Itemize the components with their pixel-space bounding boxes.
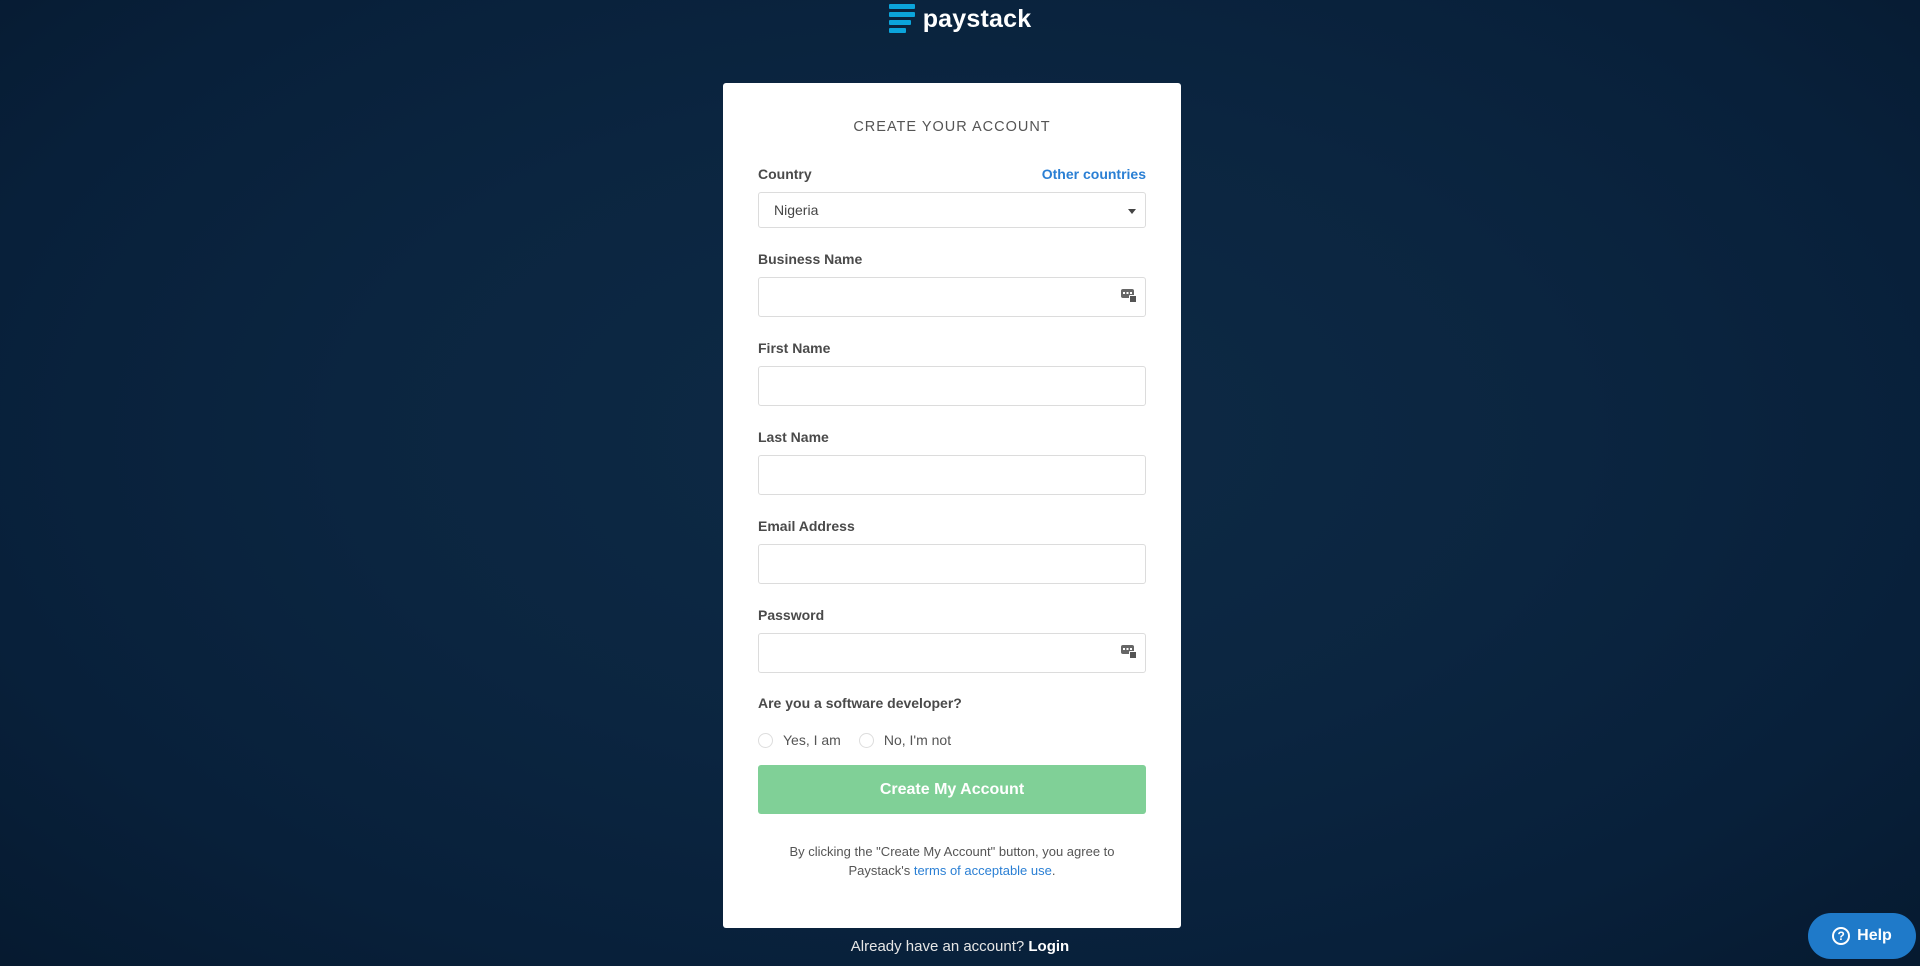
business-name-input[interactable]	[759, 278, 1145, 316]
developer-question: Are you a software developer?	[758, 695, 962, 711]
brand-name: paystack	[922, 4, 1032, 33]
help-label: Help	[1857, 927, 1892, 944]
create-account-button[interactable]: Create My Account	[758, 765, 1146, 814]
terms-notice: By clicking the "Create My Account" butt…	[758, 842, 1146, 880]
terms-link[interactable]: terms of acceptable use	[914, 863, 1052, 878]
terms-suffix: .	[1051, 863, 1056, 878]
developer-no-label[interactable]: No, I'm not	[884, 732, 951, 748]
last-name-input[interactable]	[759, 456, 1145, 494]
password-manager-icon[interactable]	[1121, 289, 1137, 303]
first-name-label: First Name	[758, 340, 831, 356]
login-prompt-text: Already have an account?	[850, 938, 1025, 955]
business-name-label: Business Name	[758, 251, 863, 267]
first-name-input[interactable]	[759, 367, 1145, 405]
developer-yes-radio[interactable]: Yes, I am	[758, 732, 841, 748]
developer-radio-group: Yes, I am No, I'm not	[758, 730, 1146, 750]
card-title: CREATE YOUR ACCOUNT	[853, 119, 1051, 135]
radio-circle-icon[interactable]	[858, 732, 874, 748]
country-select[interactable]: Nigeria	[758, 192, 1146, 228]
question-circle-icon: ?	[1832, 927, 1851, 945]
password-input[interactable]	[759, 634, 1145, 672]
login-prompt: Already have an account? Login	[0, 938, 1920, 955]
help-button[interactable]: ? Help	[1808, 913, 1916, 959]
developer-yes-label[interactable]: Yes, I am	[783, 732, 841, 748]
password-label: Password	[758, 607, 825, 623]
last-name-label: Last Name	[758, 429, 829, 445]
email-field: Email Address	[758, 517, 1146, 584]
login-link[interactable]: Login	[1028, 938, 1069, 955]
password-field: Password	[758, 606, 1146, 673]
other-countries-link[interactable]: Other countries	[1042, 166, 1146, 182]
country-select-value: Nigeria	[774, 202, 819, 218]
email-input[interactable]	[759, 545, 1145, 583]
chevron-down-icon	[1128, 209, 1136, 214]
first-name-field: First Name	[758, 339, 1146, 406]
radio-circle-icon[interactable]	[758, 732, 773, 748]
paystack-logo-icon	[888, 4, 915, 33]
email-label: Email Address	[758, 518, 855, 534]
last-name-field: Last Name	[758, 428, 1146, 495]
paystack-logo[interactable]: paystack	[0, 4, 1920, 33]
business-name-field: Business Name	[758, 250, 1146, 317]
country-label: Country	[758, 166, 812, 182]
developer-no-radio[interactable]: No, I'm not	[858, 732, 951, 748]
country-field: Country Other countries Nigeria	[758, 165, 1146, 228]
signup-card: CREATE YOUR ACCOUNT Country Other countr…	[723, 83, 1181, 928]
password-manager-icon[interactable]	[1121, 645, 1137, 659]
